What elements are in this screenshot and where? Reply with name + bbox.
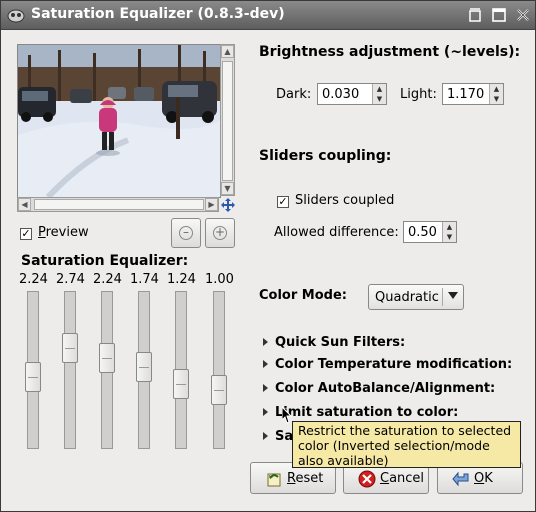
saturation-slider-2[interactable] (62, 291, 78, 449)
navigate-move-icon[interactable] (221, 198, 235, 212)
dark-label: Dark: (276, 87, 312, 102)
scroll-right-arrow[interactable]: ▶ (205, 198, 218, 211)
saturation-slider-4[interactable] (136, 291, 152, 449)
slider-value-2: 2.74 (56, 272, 85, 287)
slider-value-6: 1.00 (205, 272, 234, 287)
allowed-difference-label: Allowed difference: (274, 225, 399, 240)
zoom-in-button[interactable]: + (205, 218, 235, 248)
slider-handle-1[interactable] (25, 362, 41, 392)
maximize-icon[interactable] (491, 7, 507, 23)
slider-handle-4[interactable] (136, 352, 152, 382)
saturation-slider-3[interactable] (99, 291, 115, 449)
slider-handle-6[interactable] (211, 375, 227, 405)
color-mode-label: Color Mode: (259, 288, 347, 303)
slider-handle-2[interactable] (62, 333, 78, 363)
saturation-heading: Saturation Equalizer: (21, 253, 189, 269)
light-spin-arrows[interactable]: ▲ ▼ (489, 84, 503, 104)
preview-label: Preview (38, 225, 89, 240)
zoom-out-button[interactable]: – (171, 218, 201, 248)
expander-arrow-icon (263, 360, 268, 368)
brightness-heading: Brightness adjustment (~levels): (259, 44, 521, 60)
slider-handle-3[interactable] (99, 343, 115, 373)
zoom-in-icon: + (213, 225, 227, 240)
dark-spin-arrows[interactable]: ▲ ▼ (372, 84, 386, 104)
light-label: Light: (400, 87, 437, 102)
chevron-down-icon (448, 292, 458, 299)
preview-vertical-scrollbar[interactable]: ▲ ▼ (220, 44, 235, 196)
scroll-up-arrow[interactable]: ▲ (221, 45, 234, 58)
color-mode-value: Quadratic (375, 290, 439, 305)
coupling-heading: Sliders coupling: (259, 148, 392, 164)
preview-checkbox[interactable]: ✓ (20, 228, 32, 240)
preview-image[interactable] (17, 44, 221, 198)
slider-value-1: 2.24 (19, 272, 48, 287)
help-icon[interactable] (467, 7, 483, 23)
title-bar[interactable]: Saturation Equalizer (0.8.3-dev) (1, 1, 535, 30)
sliders-coupled-label: Sliders coupled (295, 193, 395, 208)
light-value: 1.170 (447, 87, 485, 102)
saturation-slider-1[interactable] (25, 291, 41, 449)
expander-arrow-icon (263, 432, 268, 440)
scroll-left-arrow[interactable]: ◀ (18, 198, 31, 211)
saturation-equalizer-window: Saturation Equalizer (0.8.3-dev) ▲ ▼ ◀ ▶… (0, 0, 536, 512)
zoom-out-icon: – (179, 226, 193, 240)
allowed-spin-arrows[interactable]: ▲ ▼ (442, 222, 456, 242)
color-mode-dropdown[interactable]: Quadratic (368, 284, 464, 310)
allowed-difference-spinbox[interactable]: 0.50 ▲ ▼ (403, 221, 457, 243)
slider-value-5: 1.24 (167, 272, 196, 287)
window-title: Saturation Equalizer (0.8.3-dev) (31, 6, 285, 22)
dark-value: 0.030 (322, 87, 360, 102)
slider-value-4: 1.74 (130, 272, 159, 287)
vertical-scroll-thumb[interactable] (222, 61, 233, 181)
slider-handle-5[interactable] (173, 369, 189, 399)
slider-value-3: 2.24 (93, 272, 122, 287)
tooltip: Restrict the saturation to selected colo… (292, 421, 521, 468)
light-spinbox[interactable]: 1.170 ▲ ▼ (442, 83, 504, 105)
horizontal-scroll-thumb[interactable] (34, 199, 204, 210)
preview-horizontal-scrollbar[interactable]: ◀ ▶ (17, 197, 219, 212)
sliders-coupled-checkbox[interactable]: ✓ (277, 196, 289, 208)
expander-arrow-icon (263, 384, 268, 392)
app-icon (7, 9, 25, 23)
cancel-icon (358, 470, 376, 488)
saturation-slider-5[interactable] (173, 291, 189, 449)
saturation-slider-6[interactable] (211, 291, 227, 449)
dark-spinbox[interactable]: 0.030 ▲ ▼ (317, 83, 387, 105)
close-icon[interactable] (515, 7, 531, 23)
scroll-down-arrow[interactable]: ▼ (221, 182, 234, 195)
ok-arrow-icon (452, 471, 469, 487)
allowed-difference-value: 0.50 (408, 225, 437, 240)
reset-icon (267, 473, 281, 487)
expander-arrow-icon (263, 338, 268, 346)
expander-arrow-icon (263, 408, 268, 416)
